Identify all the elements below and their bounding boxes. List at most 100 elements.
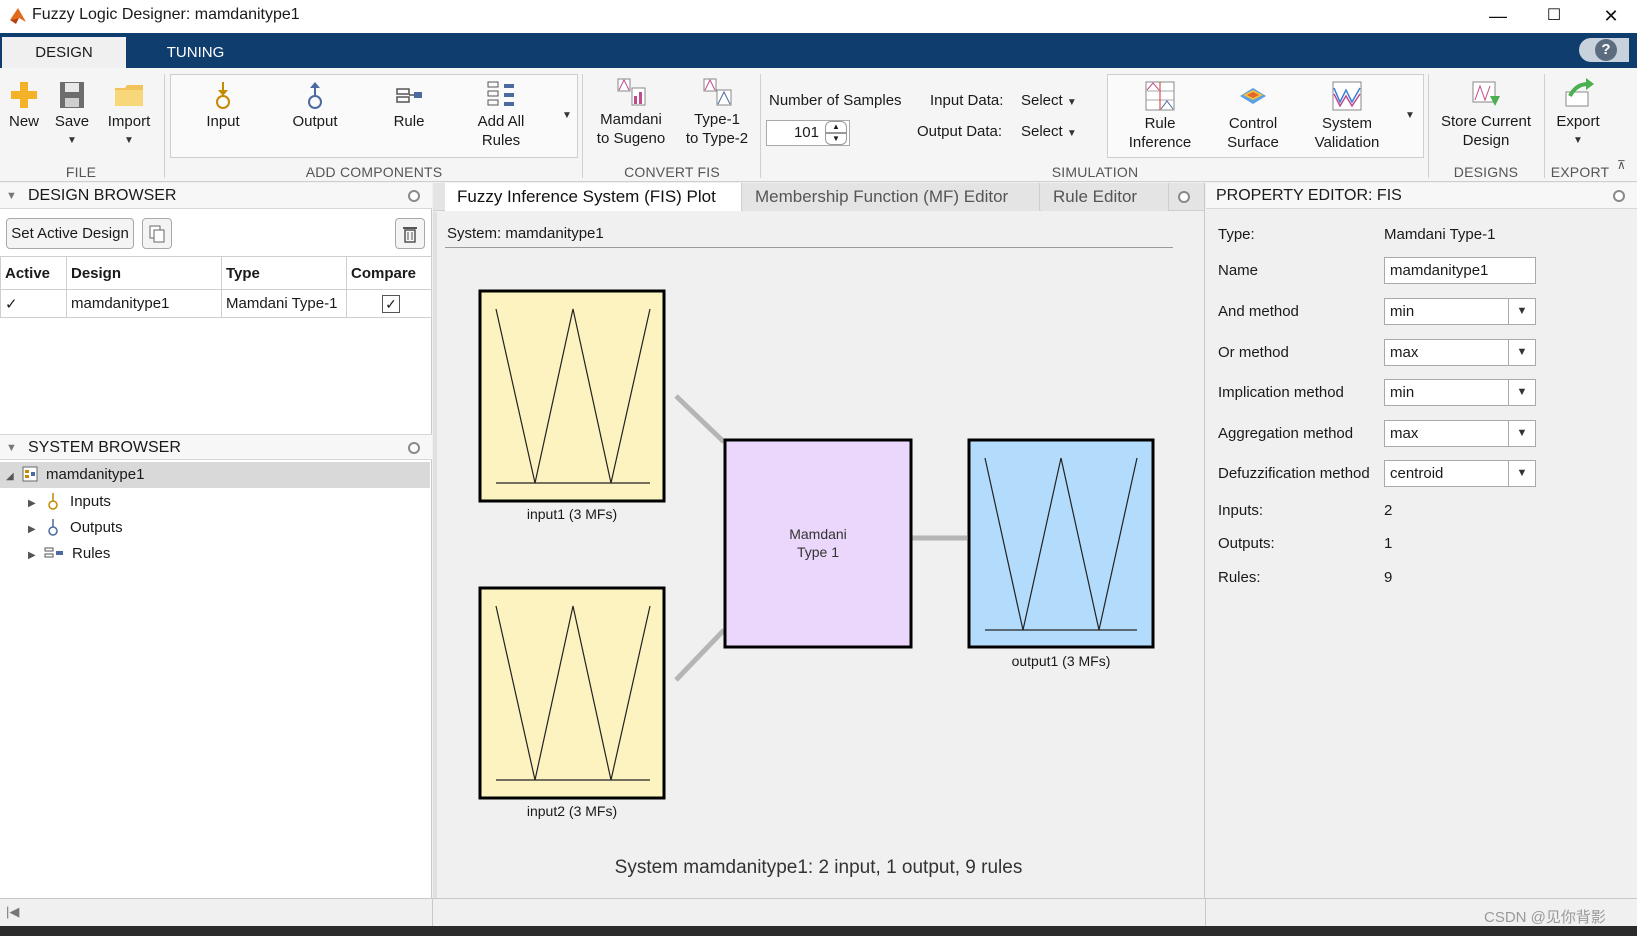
num-samples-spinner[interactable]: 101 ▲ ▼: [766, 120, 850, 146]
ribbon-separator: [760, 74, 761, 178]
system-validation-button[interactable]: System Validation: [1304, 80, 1390, 152]
output-data-value: Select: [1021, 123, 1063, 140]
input2-block[interactable]: [478, 586, 666, 800]
tab-design[interactable]: DESIGN: [2, 37, 126, 68]
taskbar-strip: [0, 926, 1637, 936]
add-components-more-caret[interactable]: ▼: [562, 110, 572, 121]
tree-collapsed-icon[interactable]: ▶: [28, 498, 36, 509]
panel-options-icon[interactable]: [1613, 190, 1625, 202]
save-dropdown-caret[interactable]: ▼: [52, 131, 92, 150]
type-label: Type:: [1218, 226, 1255, 243]
store-current-design-button[interactable]: Store Current Design: [1434, 78, 1538, 150]
control-surface-button[interactable]: Control Surface: [1214, 80, 1292, 152]
compare-cell: ✓: [346, 289, 432, 318]
rule-inference-icon: [1145, 81, 1175, 111]
table-row[interactable]: ✓ mamdanitype1 Mamdani Type-1 ✓: [0, 289, 432, 318]
input2-label: input2 (3 MFs): [526, 803, 618, 819]
input1-block[interactable]: [478, 289, 666, 503]
defuzzification-method-label: Defuzzification method: [1218, 465, 1370, 482]
panel-options-icon[interactable]: [408, 442, 420, 454]
input-node-icon: [216, 82, 230, 109]
plus-icon: [11, 82, 37, 108]
spinner-up-icon[interactable]: ▲: [825, 121, 847, 133]
simulation-more-caret[interactable]: ▼: [1405, 110, 1415, 121]
design-type-cell: Mamdani Type-1: [221, 289, 347, 318]
divider: [1205, 899, 1206, 927]
design-browser-header: ▼ DESIGN BROWSER: [0, 183, 432, 209]
save-button[interactable]: Save ▼: [52, 80, 92, 150]
compare-checkbox[interactable]: ✓: [382, 294, 400, 313]
spinner-down-icon[interactable]: ▼: [825, 133, 847, 145]
input-data-select[interactable]: Select ▼: [1021, 92, 1077, 109]
tree-root-item[interactable]: ◢ mamdanitype1: [0, 462, 430, 488]
mamdani-to-sugeno-button[interactable]: Mamdani to Sugeno: [590, 76, 672, 148]
add-rule-button[interactable]: Rule: [384, 80, 434, 131]
scroll-to-start-icon[interactable]: |◀: [6, 904, 19, 920]
col-header-compare[interactable]: Compare: [346, 256, 432, 290]
type-value: Mamdani Type-1: [1384, 226, 1496, 243]
or-method-select[interactable]: max ▼: [1384, 339, 1536, 366]
ribbon-separator: [164, 74, 165, 178]
type1-to-type2-button[interactable]: Type-1 to Type-2: [680, 76, 754, 148]
chevron-down-icon: ▼: [1508, 421, 1535, 446]
or-method-label: Or method: [1218, 344, 1289, 361]
delete-design-button[interactable]: [395, 218, 425, 249]
active-check-cell[interactable]: ✓: [0, 289, 67, 318]
design-name-cell[interactable]: mamdanitype1: [66, 289, 222, 318]
tab-tuning[interactable]: TUNING: [138, 37, 253, 68]
tree-collapsed-icon[interactable]: ▶: [28, 550, 36, 561]
output1-block[interactable]: [967, 438, 1155, 649]
col-header-type[interactable]: Type: [221, 256, 347, 290]
rule-inference-button[interactable]: Rule Inference: [1120, 80, 1200, 152]
output-data-select[interactable]: Select ▼: [1021, 123, 1077, 140]
chevron-down-icon: ▼: [1066, 97, 1077, 108]
collapse-triangle-icon[interactable]: ▼: [6, 183, 17, 209]
input1-connector: [674, 394, 726, 444]
implication-method-select[interactable]: min ▼: [1384, 379, 1536, 406]
name-field[interactable]: mamdanitype1: [1384, 257, 1536, 284]
import-dropdown-caret[interactable]: ▼: [100, 131, 158, 150]
minimize-button[interactable]: —: [1472, 2, 1524, 30]
export-button[interactable]: Export ▼: [1548, 78, 1608, 150]
system-summary: System mamdanitype1: 2 input, 1 output, …: [614, 857, 1023, 878]
surface-plot-icon: [1240, 88, 1266, 104]
design-table: Active Design Type Compare ✓ mamdanitype…: [0, 256, 432, 318]
add-all-rules-button[interactable]: Add All Rules: [468, 80, 534, 150]
export-dropdown-caret[interactable]: ▼: [1548, 131, 1608, 150]
copy-icon: [149, 225, 165, 243]
outputs-count-label: Outputs:: [1218, 535, 1275, 552]
maximize-button[interactable]: ☐: [1528, 2, 1580, 30]
export-label: Export: [1556, 113, 1600, 130]
window-title: Fuzzy Logic Designer: mamdanitype1: [32, 6, 300, 23]
set-active-design-button[interactable]: Set Active Design: [6, 218, 134, 249]
system-browser-header: ▼ SYSTEM BROWSER: [0, 434, 432, 460]
col-header-design[interactable]: Design: [66, 256, 222, 290]
duplicate-design-button[interactable]: [142, 218, 172, 249]
collapse-ribbon-icon[interactable]: ⊼: [1617, 158, 1626, 172]
help-button[interactable]: ?: [1579, 38, 1629, 62]
close-button[interactable]: ✕: [1585, 2, 1637, 30]
input-label: Input: [206, 113, 240, 130]
and-method-select[interactable]: min ▼: [1384, 298, 1536, 325]
add-all-label-1: Add All: [477, 113, 525, 130]
tree-item-inputs[interactable]: ▶ Inputs: [28, 489, 111, 515]
tree-expanded-icon[interactable]: ◢: [6, 471, 14, 482]
defuzzification-method-select[interactable]: centroid ▼: [1384, 460, 1536, 487]
add-input-button[interactable]: Input: [198, 80, 248, 131]
tree-item-outputs[interactable]: ▶ Outputs: [28, 515, 123, 541]
convert-fis-group-label: CONVERT FIS: [624, 164, 720, 180]
inputs-count-value: 2: [1384, 502, 1393, 519]
add-output-button[interactable]: Output: [285, 80, 345, 131]
input2-connector: [674, 628, 726, 682]
import-button[interactable]: Import ▼: [100, 80, 158, 150]
collapse-triangle-icon[interactable]: ▼: [6, 435, 17, 461]
new-button[interactable]: New: [6, 80, 42, 131]
col-header-active[interactable]: Active: [0, 256, 67, 290]
aggregation-method-select[interactable]: max ▼: [1384, 420, 1536, 447]
panel-options-icon[interactable]: [408, 190, 420, 202]
tree-item-rules[interactable]: ▶ Rules: [28, 541, 110, 567]
system-validation-label-1: System: [1321, 115, 1372, 132]
and-method-value: min: [1390, 303, 1415, 320]
implication-method-value: min: [1390, 384, 1415, 401]
tree-collapsed-icon[interactable]: ▶: [28, 524, 36, 535]
